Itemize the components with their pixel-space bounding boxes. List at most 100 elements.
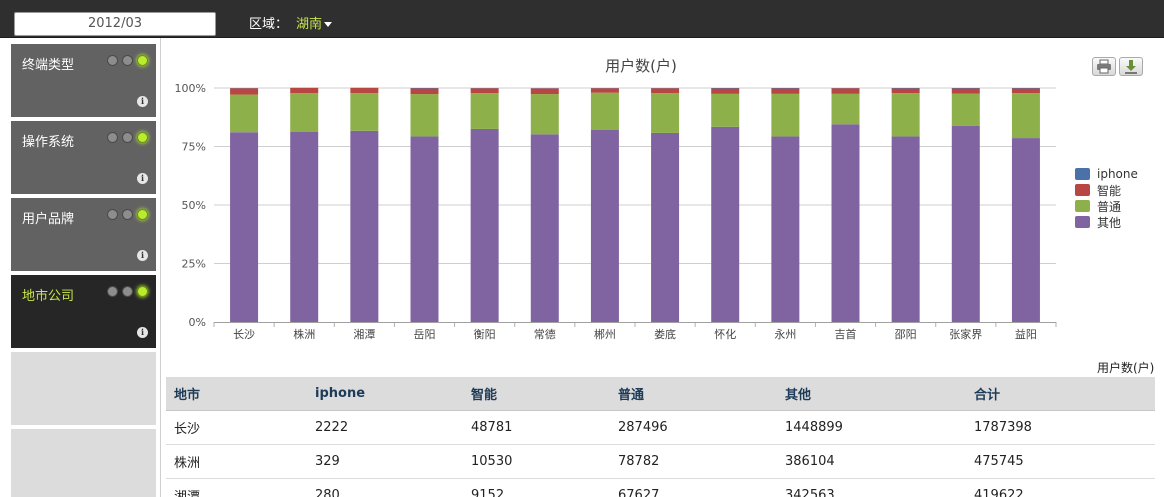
column-header-other[interactable]: 其他 (777, 377, 966, 411)
x-tick-label: 邵阳 (895, 328, 917, 341)
bar-segment (1011, 93, 1040, 139)
bar-segment (651, 88, 680, 94)
bar-segment (651, 132, 680, 322)
bar-segment (530, 88, 559, 95)
info-icon[interactable]: i (137, 96, 148, 107)
info-icon[interactable]: i (137, 173, 148, 184)
bar-segment (831, 124, 860, 323)
print-button[interactable] (1092, 57, 1116, 76)
status-dot-icon (122, 209, 133, 220)
region-value[interactable]: 湖南 (296, 17, 322, 32)
table-cell: 株洲 (166, 444, 307, 479)
bar-segment (350, 130, 379, 322)
legend-item-normal[interactable]: 普通 (1075, 198, 1138, 214)
legend-label: iphone (1097, 167, 1138, 181)
bar-segment (771, 88, 800, 94)
table-row: 湘潭 280 9152 67627 342563 419622 (166, 478, 1155, 497)
bar-segment (350, 93, 379, 131)
bar-segment (350, 88, 379, 94)
table-cell: 475745 (966, 444, 1155, 479)
table-row: 株洲 329 10530 78782 386104 475745 (166, 444, 1155, 479)
bar-segment (951, 93, 980, 126)
status-dots (107, 55, 148, 66)
x-tick-label: 娄底 (654, 327, 676, 341)
table-cell: 1787398 (966, 410, 1155, 445)
data-table: 地市 iphone 智能 普通 其他 合计 长沙 2222 48781 2874… (166, 377, 1155, 497)
table-unit-label: 用户数(户) (1097, 361, 1155, 375)
legend-item-iphone[interactable]: iphone (1075, 166, 1138, 182)
x-tick-label: 长沙 (233, 328, 255, 341)
x-tick-label: 吉首 (835, 327, 857, 341)
bar-segment (590, 88, 619, 93)
download-icon (1125, 60, 1137, 74)
bar-segment (470, 88, 499, 94)
caret-down-icon (324, 22, 333, 27)
y-tick-label: 0% (189, 316, 206, 329)
bar-segment (590, 92, 619, 130)
legend-swatch (1075, 200, 1090, 212)
x-tick-label: 常德 (534, 327, 556, 341)
table-cell: 10530 (463, 444, 610, 479)
bar-segment (470, 93, 499, 129)
sidebar-item-city-company[interactable]: 地市公司 i (11, 275, 156, 348)
table-cell: 287496 (610, 410, 777, 445)
status-dot-icon (107, 132, 118, 143)
sidebar-item-os[interactable]: 操作系统 i (11, 121, 156, 194)
bar-segment (891, 136, 920, 322)
bar-segment (711, 93, 740, 127)
bar-segment (470, 128, 499, 322)
bar-segment (290, 88, 319, 94)
x-tick-label: 湘潭 (353, 327, 375, 341)
sidebar-item-label: 终端类型 (22, 58, 75, 73)
sidebar-item-terminal-type[interactable]: 终端类型 i (11, 44, 156, 117)
region-dropdown[interactable]: 湖南 (296, 13, 333, 32)
sidebar-item-label: 用户品牌 (22, 212, 75, 227)
bar-segment (651, 93, 680, 133)
column-header-normal[interactable]: 普通 (610, 377, 777, 411)
export-button[interactable] (1119, 57, 1143, 76)
x-tick-label: 株洲 (293, 327, 315, 341)
status-dot-active-icon (137, 132, 148, 143)
printer-icon (1097, 59, 1111, 74)
x-tick-label: 怀化 (714, 327, 736, 341)
region-label: 区域： (249, 17, 289, 32)
sidebar: 终端类型 i 操作系统 i 用户品牌 i 地市公司 i (6, 38, 161, 497)
table-cell: 湘潭 (166, 478, 307, 497)
table-cell: 67627 (610, 478, 777, 497)
legend-item-other[interactable]: 其他 (1075, 214, 1138, 230)
bar-segment (290, 93, 319, 132)
column-header-total[interactable]: 合计 (966, 377, 1155, 411)
top-bar: 2012/03 区域： 湖南 (0, 0, 1164, 38)
bar-segment (711, 126, 740, 323)
legend-label: 其他 (1097, 215, 1122, 230)
status-dot-active-icon (137, 286, 148, 297)
bar-segment (530, 134, 559, 322)
column-header-city[interactable]: 地市 (166, 377, 307, 411)
x-tick-label: 郴州 (594, 327, 616, 341)
bar-segment (590, 129, 619, 322)
y-tick-label: 100% (175, 82, 206, 95)
x-tick-label: 张家界 (949, 327, 982, 341)
info-icon[interactable]: i (137, 250, 148, 261)
sidebar-empty-slot (11, 429, 156, 497)
bar-segment (771, 93, 800, 137)
bar-segment (410, 136, 439, 322)
status-dots (107, 286, 148, 297)
status-dots (107, 209, 148, 220)
status-dot-active-icon (137, 209, 148, 220)
y-tick-label: 75% (182, 141, 206, 154)
legend-item-smart[interactable]: 智能 (1075, 182, 1138, 198)
sidebar-item-user-brand[interactable]: 用户品牌 i (11, 198, 156, 271)
info-icon[interactable]: i (137, 327, 148, 338)
table-cell: 342563 (777, 478, 966, 497)
legend-swatch (1075, 216, 1090, 228)
bar-segment (230, 94, 259, 133)
bar-segment (711, 88, 740, 94)
bar-segment (1011, 138, 1040, 322)
date-picker[interactable]: 2012/03 (14, 12, 216, 36)
column-header-iphone[interactable]: iphone (307, 377, 463, 411)
chart-container: 用户数(户) 0% 25% 50% 75% 100% 长沙 株洲 湘潭 岳阳 衡阳 常德 郴州 娄底 怀化 永… (162, 40, 1164, 360)
bar-segment (771, 136, 800, 322)
x-tick-label: 衡阳 (474, 328, 496, 341)
column-header-smart[interactable]: 智能 (463, 377, 610, 411)
